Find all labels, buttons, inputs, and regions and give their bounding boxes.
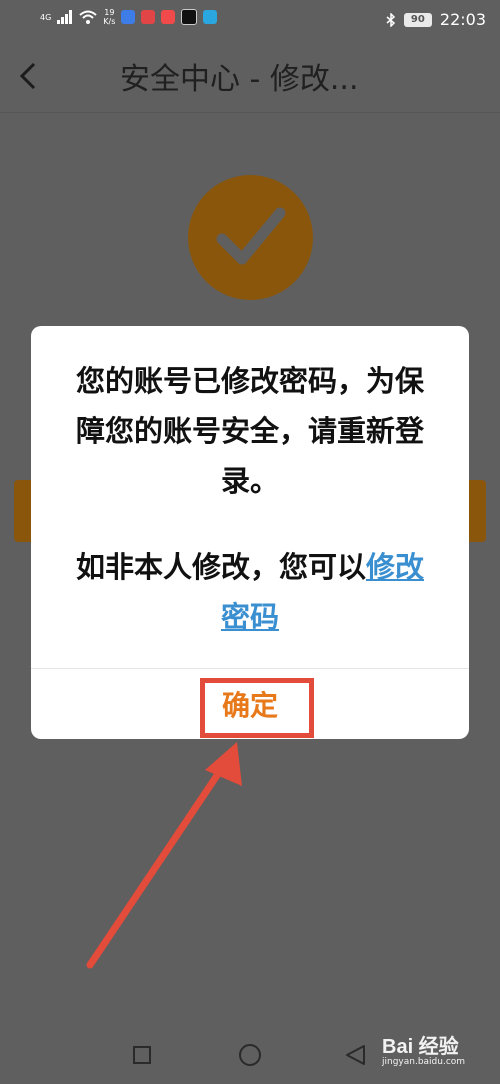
app-notification-icon bbox=[141, 10, 156, 24]
watermark-site: jingyan.baidu.com bbox=[382, 1057, 466, 1067]
background-button-edge bbox=[14, 480, 32, 542]
clock: 22:03 bbox=[439, 10, 486, 29]
watermark-brand: Bai 经验 bbox=[382, 1036, 459, 1058]
system-back-icon[interactable] bbox=[344, 1044, 366, 1066]
dialog-message-secondary: 如非本人修改，您可以修改密码 bbox=[67, 542, 433, 642]
network-type: 4G bbox=[40, 12, 52, 22]
recent-apps-icon[interactable] bbox=[133, 1046, 151, 1064]
dialog-message-prefix: 如非本人修改，您可以 bbox=[75, 550, 366, 584]
bluetooth-icon bbox=[386, 12, 395, 27]
back-arrow-icon[interactable] bbox=[16, 60, 40, 92]
speed-value: 19 bbox=[104, 8, 115, 17]
watermark: Bai 经验 jingyan.baidu.com bbox=[382, 1030, 465, 1067]
status-bar: 4G 19 K/s 90 22:03 bbox=[0, 0, 500, 40]
battery-indicator: 90 bbox=[403, 12, 432, 27]
background-button-edge bbox=[468, 480, 486, 542]
success-badge bbox=[188, 175, 313, 300]
app-notification-icon bbox=[203, 10, 218, 24]
annotation-highlight-box bbox=[200, 678, 314, 738]
page-title: 安全中心 - 修改... bbox=[120, 62, 359, 97]
signal-icon bbox=[57, 10, 73, 24]
app-notification-icon bbox=[161, 10, 176, 24]
dialog-message: 您的账号已修改密码，为保障您的账号安全，请重新登录。 如非本人修改，您可以修改密… bbox=[67, 356, 433, 642]
wifi-icon bbox=[79, 10, 97, 24]
navigation-bar: 安全中心 - 修改... bbox=[0, 40, 500, 113]
app-notification-icon bbox=[181, 9, 198, 25]
dialog-message-text: 您的账号已修改密码，为保障您的账号安全，请重新登录。 bbox=[75, 364, 424, 498]
home-icon[interactable] bbox=[239, 1044, 261, 1066]
speed-unit: K/s bbox=[103, 17, 116, 26]
checkmark-icon bbox=[216, 207, 286, 265]
network-speed: 19 K/s bbox=[103, 8, 115, 26]
app-notification-icon bbox=[121, 10, 136, 24]
